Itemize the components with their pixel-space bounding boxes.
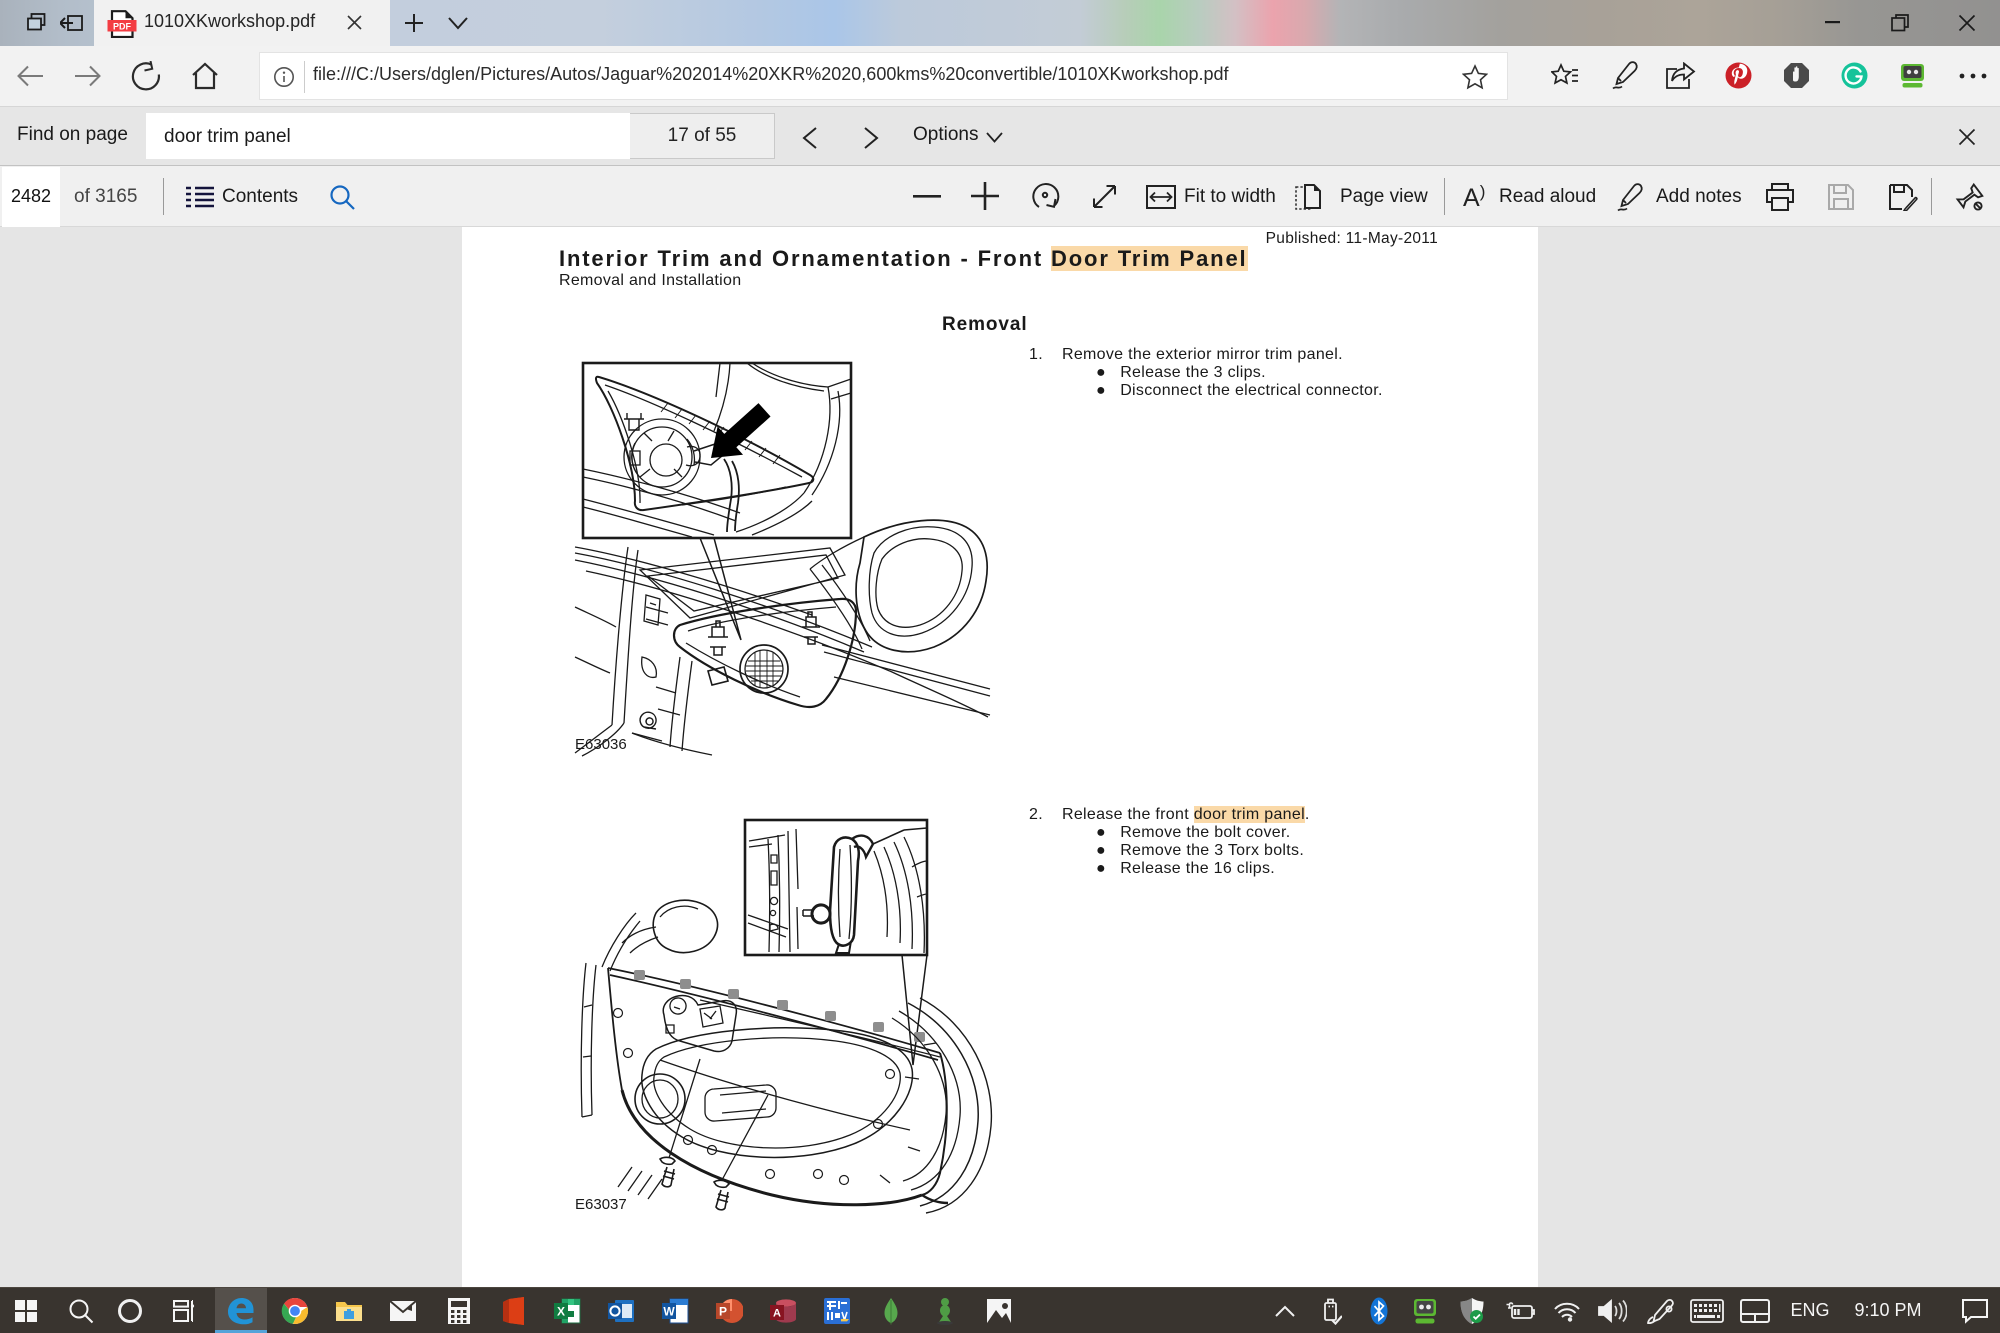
svg-text:E63037: E63037 bbox=[575, 1196, 627, 1213]
svg-text:E63036: E63036 bbox=[575, 736, 627, 753]
svg-text:A: A bbox=[773, 1308, 781, 1320]
svg-text:X: X bbox=[557, 1305, 565, 1319]
svg-text:P: P bbox=[719, 1305, 727, 1319]
svg-text:PDF: PDF bbox=[113, 21, 132, 31]
svg-text:W: W bbox=[663, 1305, 675, 1319]
